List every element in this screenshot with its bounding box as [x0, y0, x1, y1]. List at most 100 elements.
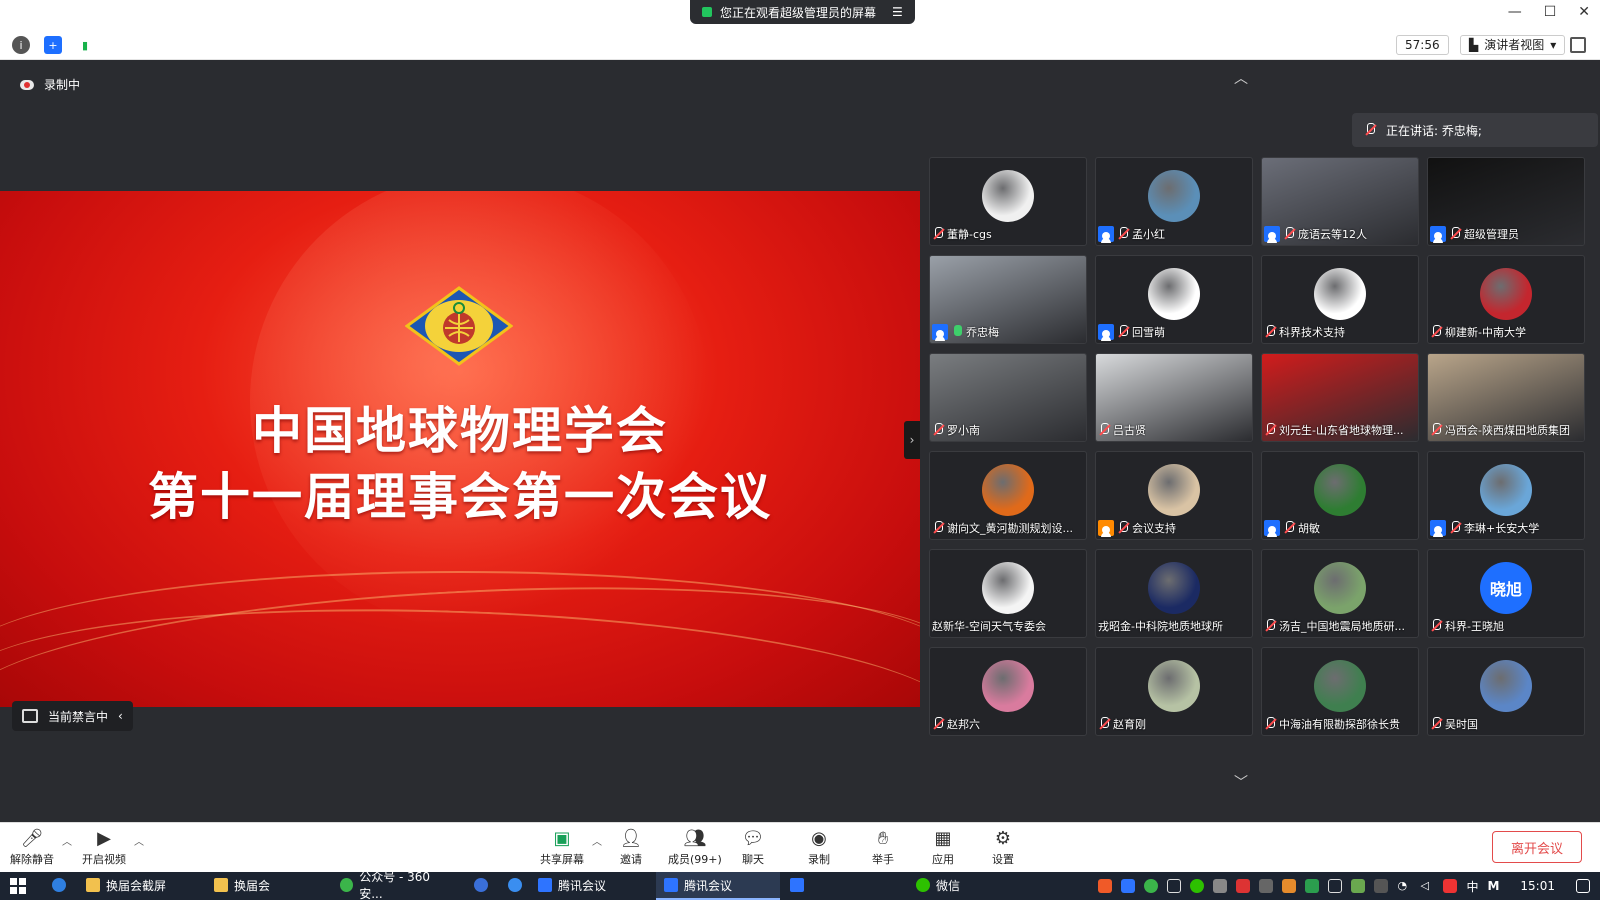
record-button[interactable]: ◉ 录制: [808, 827, 830, 867]
scroll-down-button[interactable]: ﹀: [1234, 772, 1248, 792]
apps-button[interactable]: ▦ 应用: [932, 827, 954, 867]
participant-tile[interactable]: 庞语云等12人: [1261, 157, 1419, 246]
app-icon[interactable]: [466, 872, 496, 900]
participant-tile[interactable]: 柳建新-中南大学: [1427, 255, 1585, 344]
participant-name: 罗小南: [947, 424, 980, 437]
unmute-button[interactable]: 🎤︎ 解除静音: [10, 827, 54, 867]
participant-tile[interactable]: 赵新华-空间天气专委会: [929, 549, 1087, 638]
taskbar-item-label: 微信: [936, 878, 961, 893]
taskbar-item-browser[interactable]: 公众号 - 360安...: [332, 870, 456, 900]
tray-app-icon[interactable]: [1328, 879, 1343, 893]
mic-muted-icon: [932, 717, 944, 731]
participant-tile[interactable]: 孟小红: [1095, 157, 1253, 246]
avatar: [1314, 268, 1366, 320]
audio-options-caret[interactable]: ︿: [62, 833, 72, 848]
members-button[interactable]: 👥︎ 成员(99+): [668, 827, 722, 867]
tray-app-icon[interactable]: [1259, 879, 1274, 893]
participant-name: 胡敏: [1298, 522, 1320, 535]
invite-label: 邀请: [620, 853, 642, 866]
mic-muted-icon: [932, 227, 944, 241]
edge-icon[interactable]: [44, 872, 74, 900]
participant-tile[interactable]: 科界技术支持: [1261, 255, 1419, 344]
shield-icon[interactable]: +: [44, 36, 62, 54]
participant-tile[interactable]: 汤吉_中国地震局地质研...: [1261, 549, 1419, 638]
participant-tile[interactable]: 晓旭 科界-王晓旭: [1427, 549, 1585, 638]
share-screen-button[interactable]: ▣ 共享屏幕: [540, 827, 584, 867]
participant-tile[interactable]: 乔忠梅: [929, 255, 1087, 344]
video-options-caret[interactable]: ︿: [134, 833, 144, 848]
menu-icon[interactable]: ☰: [892, 5, 903, 19]
presentation-slide: 中国地球物理学会 第十一届理事会第一次会议: [0, 191, 920, 707]
tray-app-icon[interactable]: [1236, 879, 1251, 893]
view-mode-dropdown[interactable]: ▙ 演讲者视图 ▾: [1460, 35, 1566, 55]
volume-icon[interactable]: ◁: [1420, 879, 1434, 893]
scroll-up-button[interactable]: ︿: [1234, 68, 1248, 88]
taskbar-item-folder1[interactable]: 换届会截屏: [78, 872, 204, 900]
participant-tile[interactable]: 吕古贤: [1095, 353, 1253, 442]
participant-tile[interactable]: 赵育刚: [1095, 647, 1253, 736]
taskbar-item-tencent1[interactable]: 腾讯会议: [530, 872, 654, 900]
minimize-icon[interactable]: —: [1508, 4, 1522, 20]
participant-tile[interactable]: 董静-cgs: [929, 157, 1087, 246]
settings-label: 设置: [992, 853, 1014, 866]
tray-app-icon[interactable]: [1443, 879, 1458, 893]
participant-tile[interactable]: 吴时国: [1427, 647, 1585, 736]
battery-icon[interactable]: [1351, 879, 1366, 893]
taskbar-item-wechat[interactable]: 微信: [908, 872, 1032, 900]
start-video-button[interactable]: ▶︎ 开启视频: [82, 827, 126, 867]
participant-tile[interactable]: 超级管理员: [1427, 157, 1585, 246]
participant-name: 冯西会-陕西煤田地质集团: [1445, 424, 1570, 437]
settings-button[interactable]: ⚙ 设置: [992, 827, 1014, 867]
tray-wechat-icon[interactable]: [1190, 879, 1205, 893]
chat-button[interactable]: 💬︎ 聊天: [742, 827, 765, 867]
tray-app-icon[interactable]: [1121, 879, 1136, 893]
wifi-icon[interactable]: ◔: [1397, 879, 1411, 893]
taskbar-item-tencent2[interactable]: 腾讯会议: [656, 872, 780, 900]
share-options-caret[interactable]: ︿: [592, 833, 602, 848]
tray-app-icon[interactable]: [1167, 879, 1182, 893]
participant-tile[interactable]: 回雪萌: [1095, 255, 1253, 344]
participant-tile[interactable]: 戎昭金-中科院地质地球所: [1095, 549, 1253, 638]
leave-meeting-button[interactable]: 离开会议: [1492, 831, 1582, 863]
tray-app-icon[interactable]: [1282, 879, 1297, 893]
info-icon[interactable]: i: [12, 36, 30, 54]
tray-app-icon[interactable]: [1374, 879, 1389, 893]
participant-tile[interactable]: 会议支持: [1095, 451, 1253, 540]
participant-name-bar: 柳建新-中南大学: [1430, 323, 1582, 341]
tray-app-icon[interactable]: [1144, 879, 1159, 893]
signal-icon[interactable]: ▮: [76, 36, 94, 54]
participant-name-bar: 戎昭金-中科院地质地球所: [1098, 617, 1250, 635]
collapse-panel-button[interactable]: ›: [904, 421, 920, 459]
fullscreen-icon[interactable]: [1570, 37, 1586, 53]
mic-muted-icon: 🎤︎: [20, 827, 44, 849]
invite-button[interactable]: 👤︎ 邀请: [620, 827, 643, 867]
participant-name: 庞语云等12人: [1298, 228, 1367, 241]
participant-tile[interactable]: 谢向文_黄河勘测规划设...: [929, 451, 1087, 540]
app-icon[interactable]: [782, 872, 812, 900]
participant-tile[interactable]: 罗小南: [929, 353, 1087, 442]
notification-icon[interactable]: [1576, 879, 1590, 893]
input-mode-icon[interactable]: M: [1487, 879, 1499, 893]
participant-tile[interactable]: 胡敏: [1261, 451, 1419, 540]
tray-shield-icon[interactable]: [1305, 879, 1320, 893]
participant-tile[interactable]: 赵邦六: [929, 647, 1087, 736]
participant-tile[interactable]: 中海油有限勘探部徐长贵: [1261, 647, 1419, 736]
taskbar-item-folder2[interactable]: 换届会: [206, 872, 330, 900]
raise-hand-button[interactable]: ✋︎ 举手: [872, 827, 894, 867]
maximize-icon[interactable]: ☐: [1544, 4, 1557, 20]
close-icon[interactable]: ✕: [1578, 4, 1590, 20]
participant-tile[interactable]: 李琳+长安大学: [1427, 451, 1585, 540]
participant-name: 谢向文_黄河勘测规划设...: [947, 522, 1073, 535]
taskbar-clock[interactable]: 15:01: [1520, 879, 1555, 893]
participant-tile[interactable]: 冯西会-陕西煤田地质集团: [1427, 353, 1585, 442]
avatar: [1148, 268, 1200, 320]
share-banner[interactable]: 您正在观看超级管理员的屏幕 ☰: [690, 0, 915, 24]
windows-start-icon[interactable]: [10, 878, 26, 894]
tray-app-icon[interactable]: [1213, 879, 1228, 893]
ime-indicator[interactable]: 中: [1466, 878, 1478, 895]
mute-status-pill[interactable]: 当前禁言中 ‹: [12, 701, 133, 731]
participant-name: 李琳+长安大学: [1464, 522, 1540, 535]
tray-app-icon[interactable]: [1098, 879, 1113, 893]
participant-tile[interactable]: 刘元生-山东省地球物理...: [1261, 353, 1419, 442]
app-icon[interactable]: [500, 872, 530, 900]
